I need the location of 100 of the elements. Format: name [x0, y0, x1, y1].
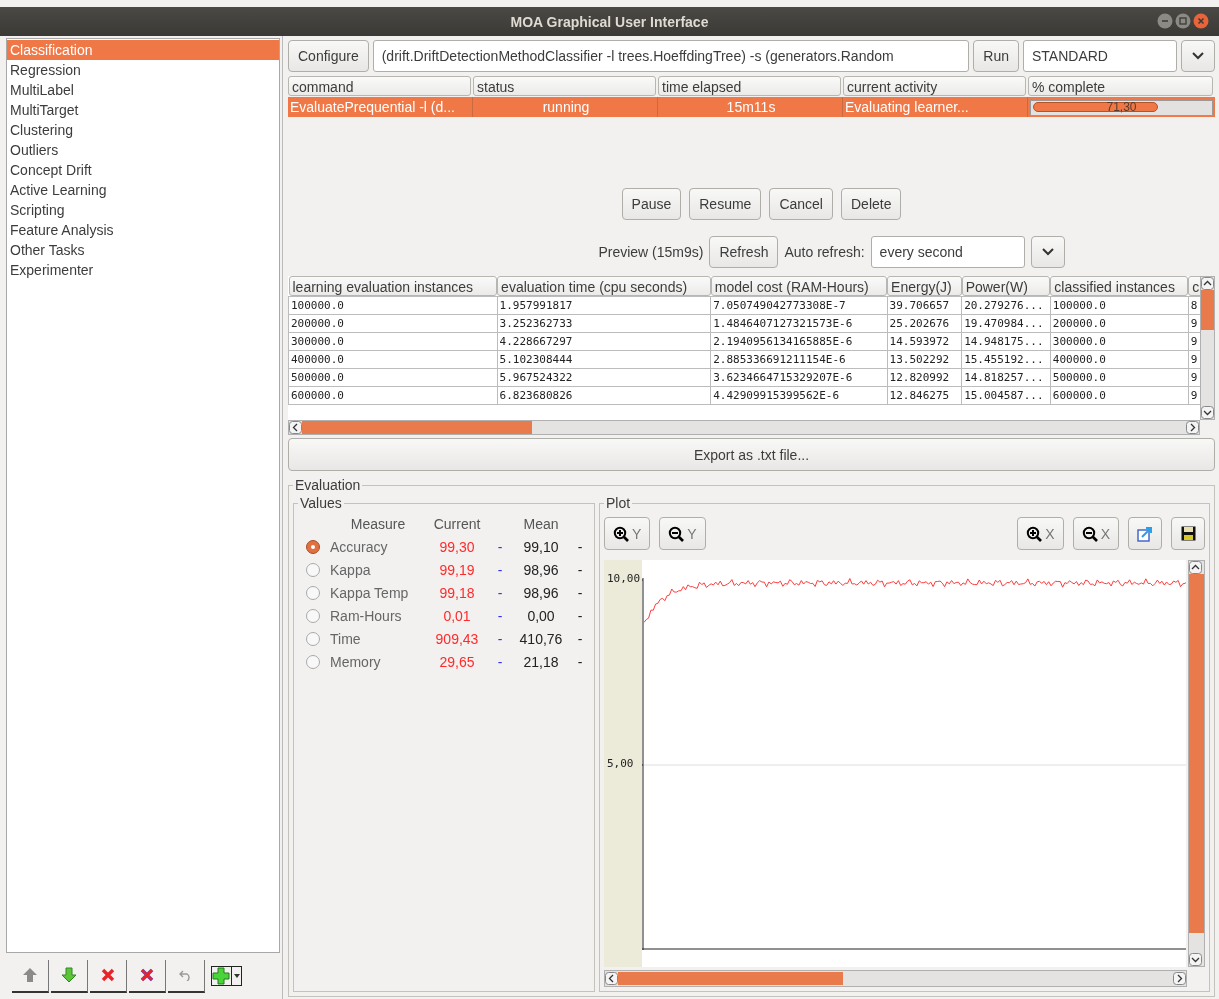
- radio-button[interactable]: [306, 563, 320, 577]
- column-header[interactable]: learning evaluation instances: [288, 276, 498, 296]
- scroll-up-icon[interactable]: [1201, 277, 1214, 290]
- move-down-button[interactable]: [51, 959, 88, 993]
- dash: -: [576, 539, 584, 555]
- zoom-out-icon: [668, 525, 685, 542]
- column-header[interactable]: model cost (RAM-Hours): [710, 276, 888, 296]
- table-cell: 4.42909915399562E-6: [710, 386, 888, 405]
- scrollbar-thumb[interactable]: [1201, 290, 1214, 330]
- sidebar-item[interactable]: Active Learning: [7, 180, 279, 200]
- column-header[interactable]: Power(W): [961, 276, 1051, 296]
- scroll-down-icon[interactable]: [1189, 953, 1202, 966]
- table-cell: 14.948175...: [961, 332, 1051, 351]
- column-header[interactable]: current activity: [843, 76, 1026, 96]
- dropdown-button[interactable]: [1181, 40, 1215, 72]
- group-title: Values: [299, 495, 343, 511]
- vertical-scrollbar[interactable]: [1200, 276, 1215, 420]
- radio-button[interactable]: [306, 632, 320, 646]
- scroll-left-icon[interactable]: [289, 421, 302, 434]
- task-button[interactable]: Resume: [689, 188, 762, 220]
- column-header[interactable]: % complete: [1028, 76, 1213, 96]
- dash: -: [496, 654, 504, 670]
- remove-all-button[interactable]: [129, 959, 166, 993]
- mean-value: 98,96: [522, 562, 560, 578]
- scroll-right-icon[interactable]: [1186, 421, 1199, 434]
- measure-name: Ram-Hours: [330, 608, 403, 624]
- radio-button[interactable]: [306, 609, 320, 623]
- column-header[interactable]: command: [288, 76, 471, 96]
- horizontal-scrollbar[interactable]: [604, 970, 1187, 987]
- command-field[interactable]: (drift.DriftDetectionMethodClassifier -l trees.HoeffdingTree) -s (generators.Random: [372, 40, 970, 72]
- scrollbar-thumb[interactable]: [1189, 574, 1204, 933]
- dash: -: [496, 539, 504, 555]
- table-cell: 7.050749042773308E-7: [710, 296, 888, 315]
- add-button[interactable]: [211, 966, 242, 986]
- sidebar-item[interactable]: Regression: [7, 60, 279, 80]
- table-cell: 4.228667297: [497, 332, 711, 351]
- dash: -: [496, 585, 504, 601]
- scrollbar-thumb[interactable]: [618, 972, 843, 985]
- zoom-in-button[interactable]: Y: [604, 517, 651, 550]
- sidebar-item[interactable]: Outliers: [7, 140, 279, 160]
- chevron-down-icon: [1192, 52, 1204, 60]
- task-button[interactable]: Cancel: [769, 188, 833, 220]
- radio-button[interactable]: [306, 540, 320, 554]
- refresh-button[interactable]: Refresh: [709, 236, 779, 268]
- sidebar-item[interactable]: MultiLabel: [7, 80, 279, 100]
- scroll-right-icon[interactable]: [1173, 972, 1186, 985]
- task-row[interactable]: EvaluatePrequential -l (d... running 15m11s Evaluating learner... 71,30: [288, 97, 1215, 117]
- horizontal-scrollbar[interactable]: [288, 420, 1200, 435]
- remove-button[interactable]: [90, 959, 127, 993]
- sidebar-item[interactable]: Experimenter: [7, 260, 279, 280]
- y-tick-label: 5,00: [607, 757, 634, 770]
- measure-name: Time: [330, 631, 362, 647]
- x-icon: [140, 968, 154, 982]
- undo-button[interactable]: [168, 959, 205, 993]
- scrollbar-thumb[interactable]: [302, 421, 532, 434]
- column-header[interactable]: status: [473, 76, 656, 96]
- table-cell: 14.818257...: [961, 368, 1051, 387]
- export-button[interactable]: Export as .txt file...: [288, 438, 1215, 471]
- close-icon[interactable]: [1193, 13, 1209, 29]
- dash: -: [496, 562, 504, 578]
- dash: -: [576, 608, 584, 624]
- maximize-icon[interactable]: [1175, 13, 1191, 29]
- scroll-up-icon[interactable]: [1189, 561, 1202, 574]
- sidebar-item[interactable]: Clustering: [7, 120, 279, 140]
- task-button[interactable]: Delete: [841, 188, 902, 220]
- auto-refresh-label: Auto refresh:: [784, 244, 865, 260]
- save-button[interactable]: [1171, 517, 1205, 550]
- sidebar-item[interactable]: Other Tasks: [7, 240, 279, 260]
- scroll-left-icon[interactable]: [605, 972, 618, 985]
- column-header[interactable]: c: [1188, 276, 1200, 296]
- vertical-scrollbar[interactable]: [1188, 560, 1205, 967]
- sidebar-item[interactable]: Scripting: [7, 200, 279, 220]
- column-header[interactable]: time elapsed: [658, 76, 841, 96]
- sidebar-item[interactable]: MultiTarget: [7, 100, 279, 120]
- column-header[interactable]: evaluation time (cpu seconds): [497, 276, 711, 296]
- radio-button[interactable]: [306, 655, 320, 669]
- task-button[interactable]: Pause: [621, 188, 682, 220]
- table-cell: 600000.0: [288, 386, 498, 405]
- minimize-icon[interactable]: [1157, 13, 1173, 29]
- zoom-out-button[interactable]: Y: [659, 517, 706, 550]
- table-cell: 5.967524322: [497, 368, 711, 387]
- mode-dropdown[interactable]: STANDARD: [1023, 40, 1177, 72]
- caret-icon: [233, 973, 241, 979]
- sidebar-item[interactable]: Feature Analysis: [7, 220, 279, 240]
- scroll-down-icon[interactable]: [1201, 406, 1214, 419]
- column-header[interactable]: classified instances: [1050, 276, 1189, 296]
- dropdown-button[interactable]: [1030, 236, 1065, 268]
- table-cell: 1.4846407127321573E-6: [710, 314, 888, 333]
- column-header[interactable]: Energy(J): [887, 276, 962, 296]
- open-window-button[interactable]: [1128, 517, 1162, 550]
- measure-name: Memory: [330, 654, 382, 670]
- zoom-out-button[interactable]: X: [1072, 517, 1119, 550]
- current-value: 909,43: [434, 631, 480, 647]
- sidebar-item[interactable]: Concept Drift: [7, 160, 279, 180]
- run-button[interactable]: Run: [973, 40, 1019, 72]
- radio-button[interactable]: [306, 586, 320, 600]
- zoom-in-button[interactable]: X: [1017, 517, 1064, 550]
- down-arrow-icon: [60, 966, 78, 984]
- auto-refresh-dropdown[interactable]: every second: [870, 236, 1025, 268]
- configure-button[interactable]: Configure: [288, 40, 369, 72]
